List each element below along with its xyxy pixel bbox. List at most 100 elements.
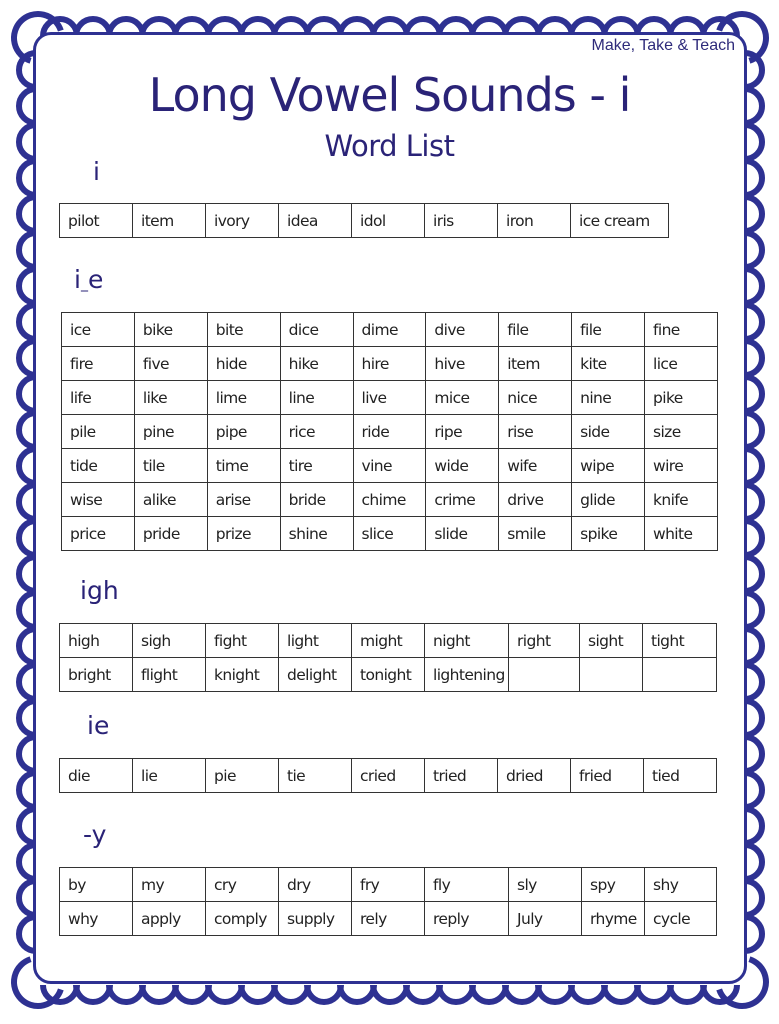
scallop-right xyxy=(744,374,765,414)
page-subtitle: Word List xyxy=(324,129,455,163)
word-cell: pile xyxy=(61,414,135,449)
word-cell: tonight xyxy=(351,657,425,692)
scallop-bottom xyxy=(436,984,476,1005)
word-cell: ice xyxy=(61,312,135,347)
word-cell: pike xyxy=(644,380,718,415)
word-cell: dime xyxy=(352,312,427,347)
section-label-i: i xyxy=(93,157,100,186)
word-cell: glide xyxy=(571,482,645,517)
word-cell: shine xyxy=(279,516,354,551)
word-cell: wipe xyxy=(571,448,645,483)
word-cell: side xyxy=(571,414,645,449)
scallop-bottom xyxy=(601,984,641,1005)
scallop-right xyxy=(744,698,765,738)
empty-cell xyxy=(579,657,643,692)
word-cell: supply xyxy=(278,901,352,936)
word-cell: tried xyxy=(424,758,498,793)
scallop-right xyxy=(744,770,765,810)
word-cell: hire xyxy=(352,346,427,381)
word-cell: file xyxy=(571,312,645,347)
scallop-right xyxy=(744,554,765,594)
scallop-right xyxy=(744,914,765,954)
word-cell: hike xyxy=(279,346,354,381)
word-cell: hide xyxy=(206,346,281,381)
table-row: die lie pie tie cried tried dried fried tied xyxy=(59,758,717,793)
scallop-bottom xyxy=(172,984,212,1005)
word-table-ie: die lie pie tie cried tried dried fried tied xyxy=(59,758,717,793)
scallop-bottom xyxy=(535,984,575,1005)
word-cell: ivory xyxy=(205,203,279,238)
word-cell: fine xyxy=(644,312,718,347)
word-cell: five xyxy=(133,346,208,381)
table-row: fire five hide hike hire hive item kite lice xyxy=(61,346,718,381)
table-row: high sigh fight light might night right sight ti… xyxy=(59,623,717,658)
word-cell: nine xyxy=(571,380,645,415)
word-cell: knight xyxy=(205,657,279,692)
word-cell: bright xyxy=(59,657,133,692)
word-cell: bite xyxy=(206,312,281,347)
section-label-igh: igh xyxy=(80,576,119,605)
word-cell: reply xyxy=(424,901,509,936)
word-cell: by xyxy=(59,867,133,902)
word-cell: ice cream xyxy=(570,203,669,238)
word-cell: tie xyxy=(278,758,352,793)
scallop-bottom xyxy=(634,984,674,1005)
scallop-right xyxy=(744,878,765,918)
word-cell: dice xyxy=(279,312,354,347)
word-cell: dried xyxy=(497,758,571,793)
word-cell: cycle xyxy=(644,901,717,936)
word-cell: cried xyxy=(351,758,425,793)
scallop-right xyxy=(744,482,765,522)
word-cell: smile xyxy=(498,516,573,551)
table-row: pile pine pipe rice ride ripe rise side size xyxy=(61,414,718,449)
empty-cell xyxy=(508,657,580,692)
word-cell: bride xyxy=(279,482,354,517)
table-row: by my cry dry fry fly sly spy shy xyxy=(59,867,717,902)
table-row: ice bike bite dice dime dive file file fine xyxy=(61,312,718,347)
word-cell: alike xyxy=(133,482,208,517)
scallop-bottom xyxy=(568,984,608,1005)
word-cell: dive xyxy=(425,312,500,347)
word-table-i-e: ice bike bite dice dime dive file file fine fire f… xyxy=(61,312,718,551)
scallop-right xyxy=(744,590,765,630)
word-cell: delight xyxy=(278,657,352,692)
scallop-right xyxy=(744,338,765,378)
word-cell: rely xyxy=(351,901,425,936)
word-cell: sigh xyxy=(132,623,206,658)
word-table-i: pilot item ivory idea idol iris iron ice cream xyxy=(59,203,669,238)
word-cell: iron xyxy=(497,203,571,238)
word-cell: vine xyxy=(352,448,427,483)
word-cell: mice xyxy=(425,380,500,415)
word-cell: pipe xyxy=(206,414,281,449)
word-cell: line xyxy=(279,380,354,415)
word-cell: spike xyxy=(571,516,645,551)
table-row: tide tile time tire vine wide wife wipe wire xyxy=(61,448,718,483)
scallop-bottom xyxy=(667,984,707,1005)
word-cell: hive xyxy=(425,346,500,381)
section-label-i-e: i_e xyxy=(74,265,104,294)
scallop-bottom xyxy=(469,984,509,1005)
word-cell: wire xyxy=(644,448,718,483)
word-cell: tire xyxy=(279,448,354,483)
scallop-right xyxy=(744,194,765,234)
word-cell: tight xyxy=(642,623,717,658)
word-cell: ride xyxy=(352,414,427,449)
word-cell: fry xyxy=(351,867,425,902)
word-table-igh: high sigh fight light might night right sight ti… xyxy=(59,623,717,692)
table-row: price pride prize shine slice slide smile spike… xyxy=(61,516,718,551)
empty-cell xyxy=(642,657,717,692)
word-cell: like xyxy=(133,380,208,415)
word-cell: nice xyxy=(498,380,573,415)
word-cell: sly xyxy=(508,867,582,902)
word-cell: might xyxy=(351,623,425,658)
word-table-y: by my cry dry fry fly sly spy shy why apply comply s… xyxy=(59,867,717,936)
word-cell: pie xyxy=(205,758,279,793)
scallop-bottom xyxy=(271,984,311,1005)
section-label-ie: ie xyxy=(87,711,110,740)
scallop-right xyxy=(744,158,765,198)
word-cell: lice xyxy=(644,346,718,381)
section-label-y: -y xyxy=(83,820,107,849)
word-cell: rise xyxy=(498,414,573,449)
scallop-right xyxy=(744,410,765,450)
word-cell: pine xyxy=(133,414,208,449)
